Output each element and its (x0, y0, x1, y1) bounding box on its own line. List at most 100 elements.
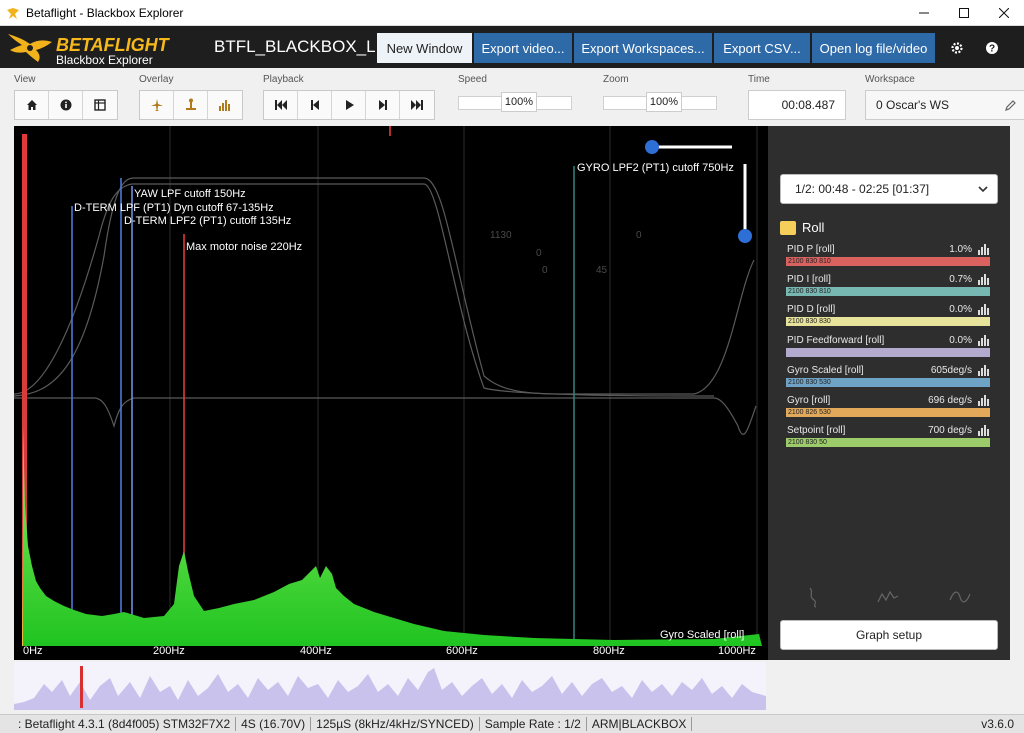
field-name: Setpoint [roll] (787, 425, 846, 436)
betaflight-logo: BETAFLIGHT Blackbox Explorer (4, 28, 184, 67)
analyser-overlay-button[interactable] (208, 91, 242, 119)
settings-button[interactable] (942, 33, 972, 63)
stick-preview-icon (877, 590, 899, 603)
export-video-button[interactable]: Export video... (474, 33, 572, 63)
edit-icon[interactable] (1004, 100, 1016, 112)
workspace-name: 0 Oscar's WS (876, 98, 949, 112)
legend-field-gyro-scaled[interactable]: Gyro Scaled [roll] 605deg/s 2100 830 530 (786, 365, 990, 393)
field-name: PID P [roll] (787, 244, 835, 255)
spectrum-icon[interactable] (978, 244, 990, 255)
faint-label: 45 (596, 265, 608, 276)
table-view-button[interactable] (83, 91, 117, 119)
graph-setup-button[interactable]: Graph setup (780, 620, 998, 650)
info-icon (60, 99, 71, 111)
series-label: Gyro Scaled [roll] (660, 629, 744, 641)
legend-field-setpoint[interactable]: Setpoint [roll] 700 deg/s 2100 830 50 (786, 425, 990, 453)
spectrum-icon[interactable] (978, 365, 990, 376)
legend-field-pid-feedforward[interactable]: PID Feedforward [roll] 0.0% (786, 335, 990, 363)
new-window-button[interactable]: New Window (377, 33, 472, 63)
faint-label: 0 (536, 248, 542, 259)
zoom-label: Zoom (603, 74, 629, 85)
spectrum-icon[interactable] (978, 274, 990, 285)
firmware-info: : Betaflight 4.3.1 (8d4f005) STM32F7X2 (0, 717, 237, 731)
field-color-bar (786, 348, 990, 357)
gyro-lpf2-annotation: GYRO LPF2 (PT1) cutoff 750Hz (577, 162, 734, 174)
window-title: Betaflight - Blackbox Explorer (26, 5, 184, 20)
filter-response-curve (14, 183, 715, 397)
spectrum-icon[interactable] (978, 425, 990, 436)
step-forward-button[interactable] (366, 91, 400, 119)
legend-field-pid-d[interactable]: PID D [roll] 0.0% 2100 830 830 (786, 304, 990, 332)
step-forward-icon (378, 100, 387, 110)
field-value: 1.0% (949, 244, 972, 255)
maximize-icon (959, 8, 969, 18)
craft-preview-icon (809, 587, 817, 608)
time-input[interactable]: 00:08.487 (748, 90, 846, 120)
field-group-header[interactable]: Roll (780, 220, 824, 235)
spectrum-icon (219, 100, 230, 111)
title-bar: Betaflight - Blackbox Explorer (0, 0, 1024, 26)
field-color-bar: 2100 830 50 (786, 438, 990, 447)
help-button[interactable]: ? (977, 33, 1007, 63)
zoom-value[interactable]: 100% (646, 92, 682, 112)
maximize-button[interactable] (944, 0, 984, 26)
field-tag: 2100 830 530 (788, 379, 831, 386)
logo-subtitle: Blackbox Explorer (56, 53, 153, 67)
field-value: 696 deg/s (928, 395, 972, 406)
app-icon (7, 7, 19, 19)
workspace-selector[interactable]: 0 Oscar's WS (865, 90, 1024, 120)
craft-overlay-button[interactable] (140, 91, 174, 119)
playback-label: Playback (263, 74, 304, 85)
view-label: View (14, 74, 36, 85)
home-button[interactable] (15, 91, 49, 119)
speed-label: Speed (458, 74, 487, 85)
export-workspaces-button[interactable]: Export Workspaces... (574, 33, 712, 63)
field-name: PID I [roll] (787, 274, 831, 285)
log-overview-strip[interactable] (14, 662, 766, 710)
overview-playhead[interactable] (80, 666, 83, 708)
analyser-zoom-x-handle[interactable] (645, 140, 659, 154)
open-log-button[interactable]: Open log file/video (812, 33, 935, 63)
info-button[interactable] (49, 91, 83, 119)
spectrum-icon[interactable] (978, 395, 990, 406)
log-range-select[interactable]: 1/2: 00:48 - 02:25 [01:37] (780, 174, 998, 204)
play-button[interactable] (332, 91, 366, 119)
jump-start-button[interactable] (264, 91, 298, 119)
step-back-button[interactable] (298, 91, 332, 119)
help-icon: ? (986, 42, 998, 55)
chevron-down-icon (978, 186, 988, 193)
spectrum-icon[interactable] (978, 304, 990, 315)
x-tick-label: 600Hz (446, 645, 478, 657)
legend-field-pid-p[interactable]: PID P [roll] 1.0% 2100 830 810 (786, 244, 990, 272)
sample-rate-info: Sample Rate : 1/2 (480, 717, 587, 731)
legend-field-pid-i[interactable]: PID I [roll] 0.7% 2100 830 810 (786, 274, 990, 302)
overlay-label: Overlay (139, 74, 174, 85)
speed-value[interactable]: 100% (501, 92, 537, 112)
close-icon (999, 8, 1009, 18)
analyser-zoom-y-handle[interactable] (738, 229, 752, 243)
field-name: Gyro [roll] (787, 395, 831, 406)
x-tick-label: 0Hz (23, 645, 43, 657)
overview-activity-graph (14, 666, 766, 710)
flags-info: ARM|BLACKBOX (587, 717, 693, 731)
gyro-spectrum-area (23, 426, 762, 646)
app-header: BETAFLIGHT Blackbox Explorer BTFL_BLACKB… (0, 26, 1024, 68)
minimize-button[interactable] (904, 0, 944, 26)
wave-preview-icon (949, 591, 971, 603)
app-version: v3.6.0 (981, 717, 1014, 731)
field-name: PID D [roll] (787, 304, 836, 315)
faint-label: 0 (636, 230, 642, 241)
field-name: PID Feedforward [roll] (787, 335, 885, 346)
settings-icon (951, 42, 963, 54)
spectrum-analyser[interactable]: 1130 0 0 45 0 GYRO LPF2 (PT1) cutoff 750… (14, 126, 768, 660)
field-tag: 2100 830 50 (788, 439, 827, 446)
export-csv-button[interactable]: Export CSV... (714, 33, 810, 63)
sticks-overlay-button[interactable] (174, 91, 208, 119)
spectrum-icon[interactable] (978, 335, 990, 346)
faint-label: 1130 (490, 230, 512, 241)
jump-end-button[interactable] (400, 91, 434, 119)
legend-field-gyro[interactable]: Gyro [roll] 696 deg/s 2100 826 530 (786, 395, 990, 423)
close-button[interactable] (984, 0, 1024, 26)
filter-response-curve (14, 397, 757, 435)
battery-info: 4S (16.70V) (236, 717, 312, 731)
